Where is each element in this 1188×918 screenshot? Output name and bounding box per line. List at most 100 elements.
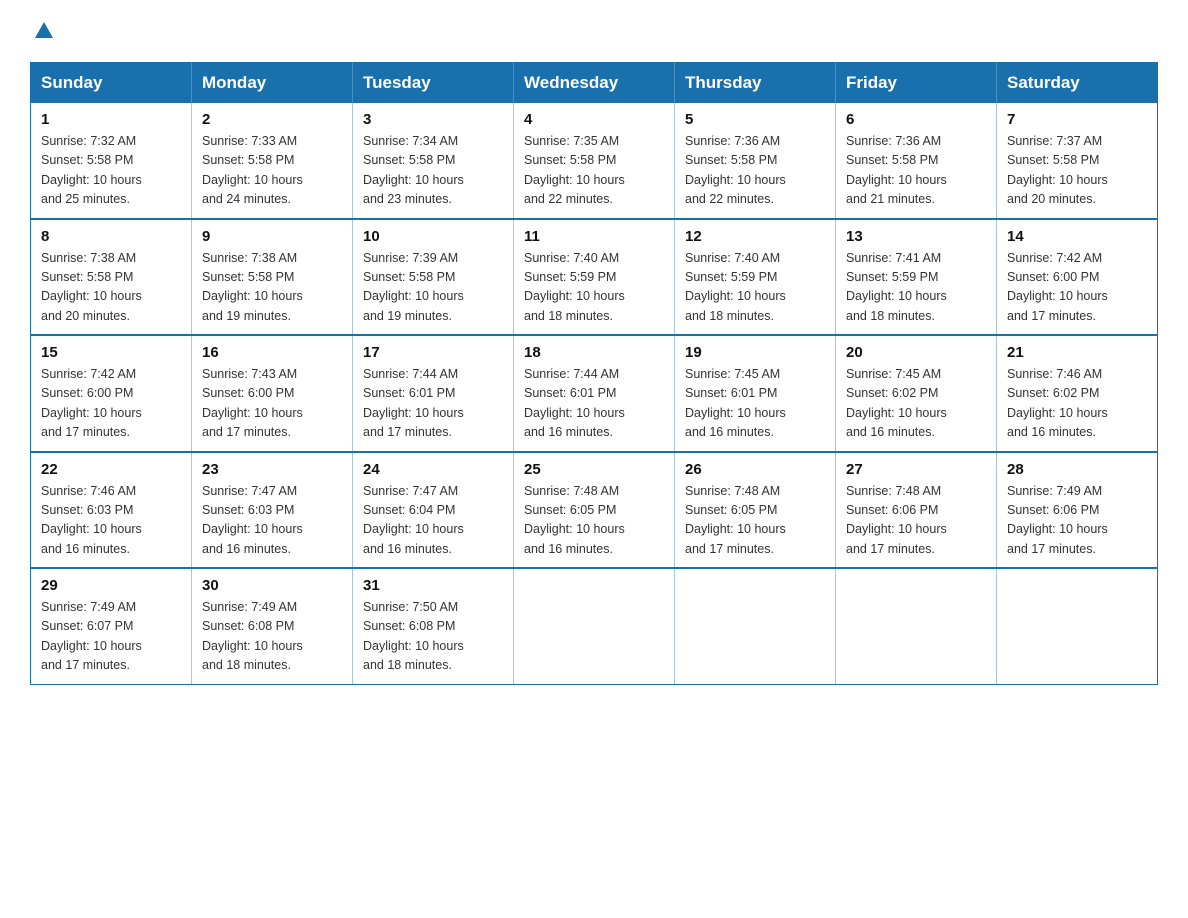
weekday-header-thursday: Thursday	[675, 63, 836, 104]
calendar-empty-cell	[675, 568, 836, 684]
day-info: Sunrise: 7:35 AMSunset: 5:58 PMDaylight:…	[524, 132, 664, 210]
day-info: Sunrise: 7:42 AMSunset: 6:00 PMDaylight:…	[41, 365, 181, 443]
day-number: 2	[202, 111, 342, 128]
day-number: 22	[41, 461, 181, 478]
day-info: Sunrise: 7:49 AMSunset: 6:06 PMDaylight:…	[1007, 482, 1147, 560]
logo	[30, 20, 55, 44]
day-number: 11	[524, 228, 664, 245]
day-info: Sunrise: 7:44 AMSunset: 6:01 PMDaylight:…	[524, 365, 664, 443]
day-info: Sunrise: 7:36 AMSunset: 5:58 PMDaylight:…	[846, 132, 986, 210]
day-number: 20	[846, 344, 986, 361]
day-number: 5	[685, 111, 825, 128]
calendar-day-cell: 23 Sunrise: 7:47 AMSunset: 6:03 PMDaylig…	[192, 452, 353, 569]
calendar-table: SundayMondayTuesdayWednesdayThursdayFrid…	[30, 62, 1158, 685]
day-number: 14	[1007, 228, 1147, 245]
day-info: Sunrise: 7:38 AMSunset: 5:58 PMDaylight:…	[41, 249, 181, 327]
calendar-week-row: 22 Sunrise: 7:46 AMSunset: 6:03 PMDaylig…	[31, 452, 1158, 569]
day-number: 10	[363, 228, 503, 245]
day-info: Sunrise: 7:42 AMSunset: 6:00 PMDaylight:…	[1007, 249, 1147, 327]
calendar-day-cell: 27 Sunrise: 7:48 AMSunset: 6:06 PMDaylig…	[836, 452, 997, 569]
day-number: 13	[846, 228, 986, 245]
day-info: Sunrise: 7:48 AMSunset: 6:06 PMDaylight:…	[846, 482, 986, 560]
calendar-day-cell: 1 Sunrise: 7:32 AMSunset: 5:58 PMDayligh…	[31, 103, 192, 219]
day-info: Sunrise: 7:32 AMSunset: 5:58 PMDaylight:…	[41, 132, 181, 210]
day-info: Sunrise: 7:38 AMSunset: 5:58 PMDaylight:…	[202, 249, 342, 327]
calendar-day-cell: 16 Sunrise: 7:43 AMSunset: 6:00 PMDaylig…	[192, 335, 353, 452]
day-info: Sunrise: 7:40 AMSunset: 5:59 PMDaylight:…	[524, 249, 664, 327]
day-info: Sunrise: 7:33 AMSunset: 5:58 PMDaylight:…	[202, 132, 342, 210]
day-number: 29	[41, 577, 181, 594]
day-number: 28	[1007, 461, 1147, 478]
calendar-header-row: SundayMondayTuesdayWednesdayThursdayFrid…	[31, 63, 1158, 104]
day-info: Sunrise: 7:48 AMSunset: 6:05 PMDaylight:…	[524, 482, 664, 560]
day-number: 24	[363, 461, 503, 478]
calendar-day-cell: 14 Sunrise: 7:42 AMSunset: 6:00 PMDaylig…	[997, 219, 1158, 336]
day-number: 30	[202, 577, 342, 594]
calendar-day-cell: 2 Sunrise: 7:33 AMSunset: 5:58 PMDayligh…	[192, 103, 353, 219]
day-info: Sunrise: 7:47 AMSunset: 6:03 PMDaylight:…	[202, 482, 342, 560]
day-info: Sunrise: 7:49 AMSunset: 6:07 PMDaylight:…	[41, 598, 181, 676]
calendar-empty-cell	[997, 568, 1158, 684]
weekday-header-saturday: Saturday	[997, 63, 1158, 104]
calendar-empty-cell	[514, 568, 675, 684]
calendar-day-cell: 6 Sunrise: 7:36 AMSunset: 5:58 PMDayligh…	[836, 103, 997, 219]
day-number: 7	[1007, 111, 1147, 128]
weekday-header-tuesday: Tuesday	[353, 63, 514, 104]
day-number: 12	[685, 228, 825, 245]
calendar-week-row: 1 Sunrise: 7:32 AMSunset: 5:58 PMDayligh…	[31, 103, 1158, 219]
day-info: Sunrise: 7:46 AMSunset: 6:03 PMDaylight:…	[41, 482, 181, 560]
day-number: 25	[524, 461, 664, 478]
calendar-day-cell: 12 Sunrise: 7:40 AMSunset: 5:59 PMDaylig…	[675, 219, 836, 336]
day-info: Sunrise: 7:39 AMSunset: 5:58 PMDaylight:…	[363, 249, 503, 327]
weekday-header-wednesday: Wednesday	[514, 63, 675, 104]
calendar-day-cell: 5 Sunrise: 7:36 AMSunset: 5:58 PMDayligh…	[675, 103, 836, 219]
day-number: 19	[685, 344, 825, 361]
calendar-day-cell: 20 Sunrise: 7:45 AMSunset: 6:02 PMDaylig…	[836, 335, 997, 452]
day-info: Sunrise: 7:45 AMSunset: 6:01 PMDaylight:…	[685, 365, 825, 443]
day-info: Sunrise: 7:47 AMSunset: 6:04 PMDaylight:…	[363, 482, 503, 560]
day-number: 1	[41, 111, 181, 128]
day-number: 18	[524, 344, 664, 361]
calendar-day-cell: 9 Sunrise: 7:38 AMSunset: 5:58 PMDayligh…	[192, 219, 353, 336]
day-number: 21	[1007, 344, 1147, 361]
calendar-empty-cell	[836, 568, 997, 684]
calendar-week-row: 15 Sunrise: 7:42 AMSunset: 6:00 PMDaylig…	[31, 335, 1158, 452]
calendar-day-cell: 11 Sunrise: 7:40 AMSunset: 5:59 PMDaylig…	[514, 219, 675, 336]
calendar-day-cell: 4 Sunrise: 7:35 AMSunset: 5:58 PMDayligh…	[514, 103, 675, 219]
calendar-day-cell: 13 Sunrise: 7:41 AMSunset: 5:59 PMDaylig…	[836, 219, 997, 336]
day-number: 17	[363, 344, 503, 361]
calendar-day-cell: 19 Sunrise: 7:45 AMSunset: 6:01 PMDaylig…	[675, 335, 836, 452]
day-number: 3	[363, 111, 503, 128]
day-number: 23	[202, 461, 342, 478]
calendar-day-cell: 10 Sunrise: 7:39 AMSunset: 5:58 PMDaylig…	[353, 219, 514, 336]
calendar-week-row: 8 Sunrise: 7:38 AMSunset: 5:58 PMDayligh…	[31, 219, 1158, 336]
page-header	[30, 20, 1158, 44]
day-number: 31	[363, 577, 503, 594]
day-info: Sunrise: 7:37 AMSunset: 5:58 PMDaylight:…	[1007, 132, 1147, 210]
calendar-week-row: 29 Sunrise: 7:49 AMSunset: 6:07 PMDaylig…	[31, 568, 1158, 684]
calendar-day-cell: 25 Sunrise: 7:48 AMSunset: 6:05 PMDaylig…	[514, 452, 675, 569]
calendar-day-cell: 7 Sunrise: 7:37 AMSunset: 5:58 PMDayligh…	[997, 103, 1158, 219]
calendar-day-cell: 22 Sunrise: 7:46 AMSunset: 6:03 PMDaylig…	[31, 452, 192, 569]
calendar-day-cell: 31 Sunrise: 7:50 AMSunset: 6:08 PMDaylig…	[353, 568, 514, 684]
calendar-day-cell: 24 Sunrise: 7:47 AMSunset: 6:04 PMDaylig…	[353, 452, 514, 569]
day-number: 8	[41, 228, 181, 245]
calendar-day-cell: 21 Sunrise: 7:46 AMSunset: 6:02 PMDaylig…	[997, 335, 1158, 452]
day-info: Sunrise: 7:43 AMSunset: 6:00 PMDaylight:…	[202, 365, 342, 443]
logo-triangle-icon	[33, 20, 55, 42]
weekday-header-sunday: Sunday	[31, 63, 192, 104]
calendar-day-cell: 18 Sunrise: 7:44 AMSunset: 6:01 PMDaylig…	[514, 335, 675, 452]
day-info: Sunrise: 7:40 AMSunset: 5:59 PMDaylight:…	[685, 249, 825, 327]
day-info: Sunrise: 7:46 AMSunset: 6:02 PMDaylight:…	[1007, 365, 1147, 443]
day-number: 26	[685, 461, 825, 478]
calendar-day-cell: 3 Sunrise: 7:34 AMSunset: 5:58 PMDayligh…	[353, 103, 514, 219]
day-number: 27	[846, 461, 986, 478]
day-info: Sunrise: 7:36 AMSunset: 5:58 PMDaylight:…	[685, 132, 825, 210]
day-info: Sunrise: 7:50 AMSunset: 6:08 PMDaylight:…	[363, 598, 503, 676]
calendar-day-cell: 29 Sunrise: 7:49 AMSunset: 6:07 PMDaylig…	[31, 568, 192, 684]
calendar-day-cell: 26 Sunrise: 7:48 AMSunset: 6:05 PMDaylig…	[675, 452, 836, 569]
calendar-day-cell: 15 Sunrise: 7:42 AMSunset: 6:00 PMDaylig…	[31, 335, 192, 452]
day-number: 16	[202, 344, 342, 361]
calendar-day-cell: 28 Sunrise: 7:49 AMSunset: 6:06 PMDaylig…	[997, 452, 1158, 569]
day-number: 9	[202, 228, 342, 245]
